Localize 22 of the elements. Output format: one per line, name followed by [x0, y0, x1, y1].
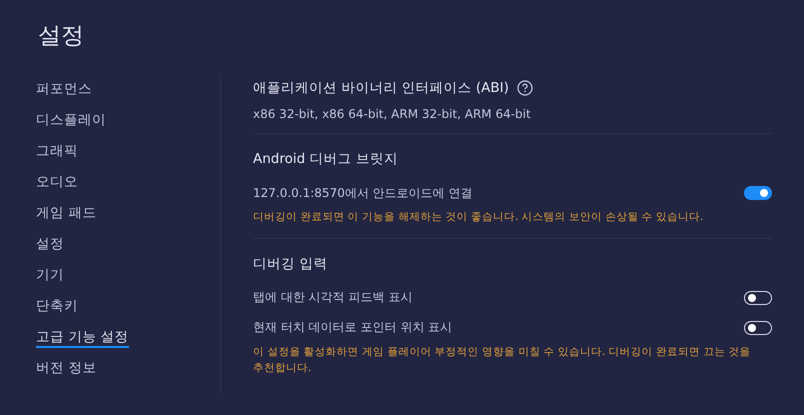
setting-label: 127.0.0.1:8570에서 안드로이드에 연결	[253, 184, 472, 202]
sidebar-item[interactable]: 게임 패드	[36, 203, 96, 224]
sidebar-item[interactable]: 설정	[36, 234, 64, 255]
section-title: Android 디버그 브릿지	[253, 150, 398, 168]
sidebar-item[interactable]: 오디오	[36, 172, 78, 193]
sidebar-item[interactable]: 단축키	[36, 296, 78, 317]
setting-label: 탭에 대한 시각적 피드백 표시	[253, 289, 412, 306]
abi-value: x86 32-bit, x86 64-bit, ARM 32-bit, ARM 64-bit	[253, 107, 532, 121]
sidebar-item[interactable]: 버전 정보	[36, 358, 96, 379]
sidebar-item[interactable]: 기기	[36, 265, 64, 286]
section-title: 디버깅 입력	[253, 254, 328, 273]
sidebar-item[interactable]: 그래픽	[36, 141, 78, 162]
warning-text: 디버깅이 완료되면 이 기능을 해제하는 것이 좋습니다. 시스템의 보안이 손상될 수 있습니다.	[253, 210, 704, 225]
sidebar-item[interactable]: 디스플레이	[36, 110, 106, 131]
warning-text: 이 설정을 활성화하면 게임 플레이어 부정적인 영향을 미칠 수 있습니다. 디버깅이 완료되면 끄는 것을 추천합니다.	[253, 344, 752, 376]
toggle-switch[interactable]	[744, 186, 772, 200]
sidebar-item[interactable]: 퍼포먼스	[36, 79, 92, 100]
sidebar-item[interactable]: 고급 기능 설정	[36, 327, 129, 348]
page-title: 설정	[38, 22, 85, 51]
section-title: 애플리케이션 바이너리 인터페이스 (ABI)	[253, 79, 509, 97]
help-icon[interactable]	[516, 80, 533, 96]
setting-label: 현재 터치 데이터로 포인터 위치 표시	[253, 319, 452, 336]
